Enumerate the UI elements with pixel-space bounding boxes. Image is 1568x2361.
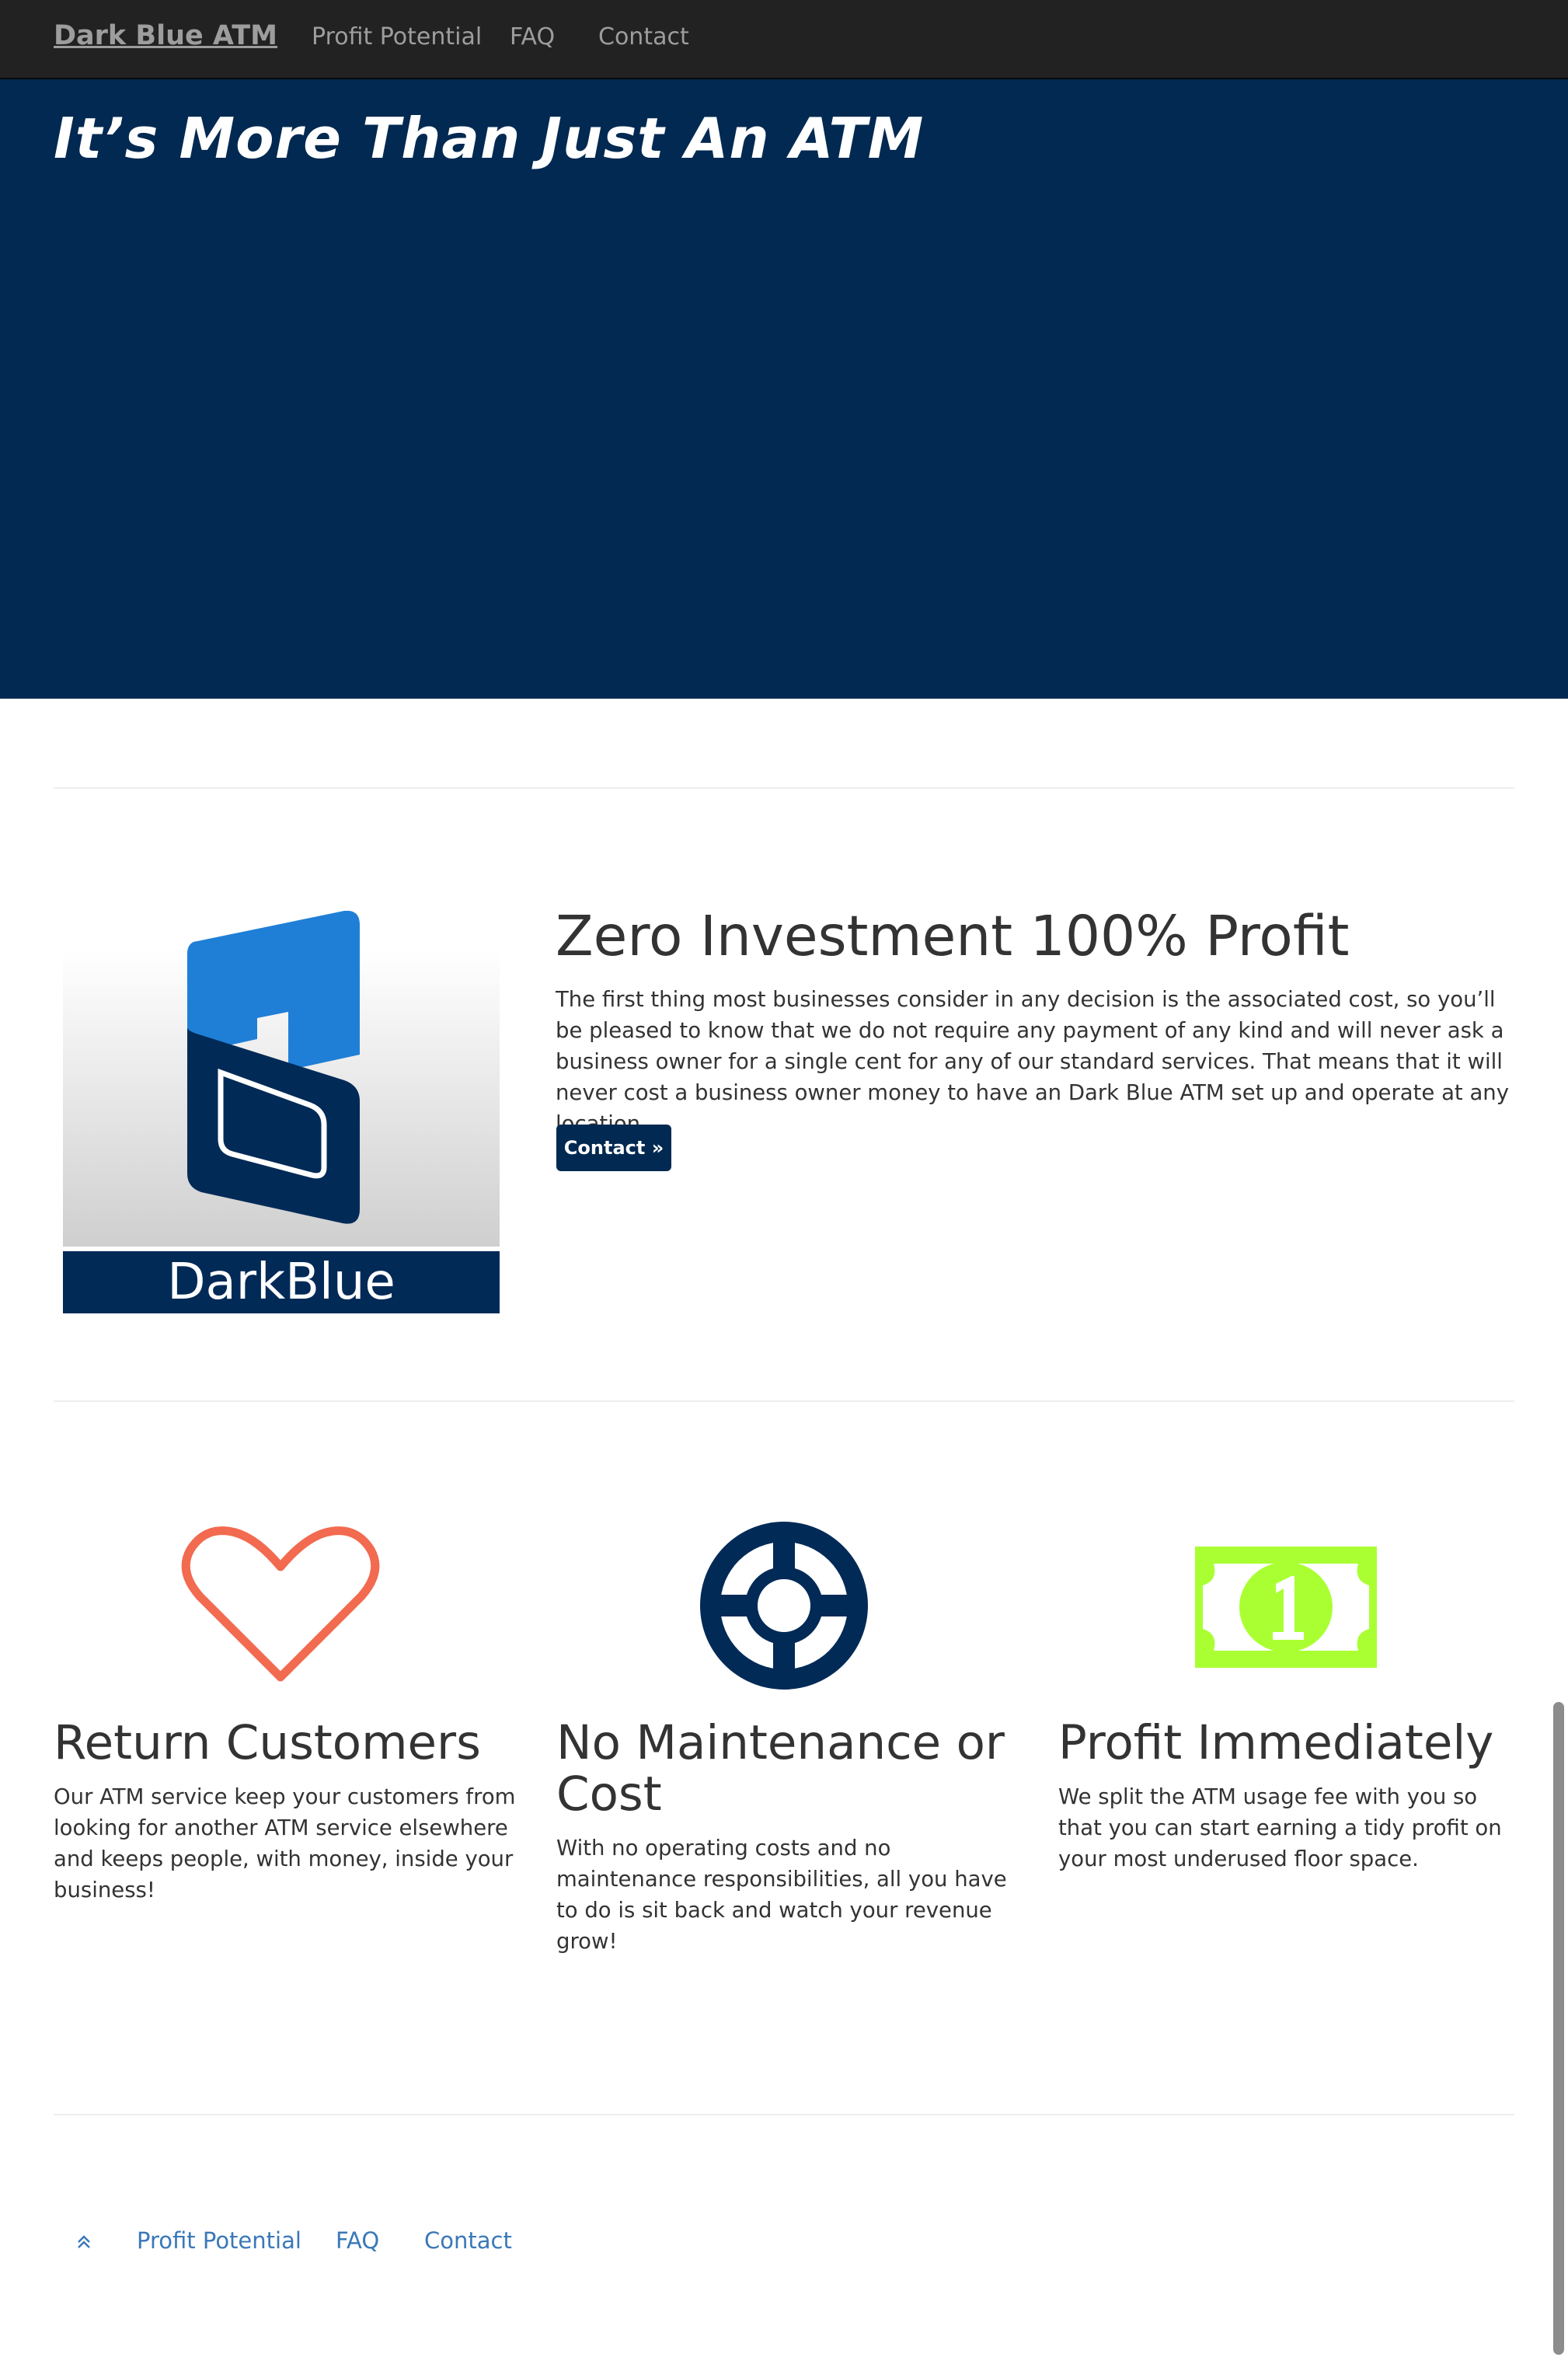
hero-title: It’s More Than Just An ATM [54, 106, 925, 171]
nav-link-contact[interactable]: Contact [598, 23, 689, 51]
divider [54, 2114, 1514, 2115]
column-text: Our ATM service keep your customers from… [54, 1784, 516, 1902]
logo-wordmark: DarkBlue [167, 1254, 395, 1311]
column-text: With no operating costs and no maintenan… [556, 1836, 1007, 1954]
footer-link-contact[interactable]: Contact [424, 2227, 512, 2254]
contact-button[interactable]: Contact » [556, 1125, 671, 1171]
money-bill-icon [1058, 1515, 1524, 1694]
column-title: Return Customers [54, 1715, 481, 1770]
divider [54, 787, 1514, 789]
column-text: We split the ATM usage fee with you so t… [1058, 1784, 1502, 1871]
back-to-top-icon[interactable] [75, 2233, 93, 2251]
feature-heading: Zero Investment 100% Profit [556, 904, 1350, 968]
footer-link-profit-potential[interactable]: Profit Potential [137, 2227, 301, 2254]
feature-text: The first thing most businesses consider… [556, 987, 1509, 1136]
divider [54, 1400, 1514, 1402]
heart-icon [54, 1515, 520, 1694]
top-navbar: Dark Blue ATM Profit Potential FAQ Conta… [0, 0, 1568, 79]
lifebuoy-icon [556, 1515, 1023, 1694]
column-title: Profit Immediately [1058, 1715, 1494, 1770]
brand-link[interactable]: Dark Blue ATM [54, 20, 277, 51]
nav-link-faq[interactable]: FAQ [510, 23, 555, 51]
hero-banner: It’s More Than Just An ATM [0, 79, 1568, 699]
nav-link-profit-potential[interactable]: Profit Potential [312, 23, 482, 51]
page-scrollbar[interactable] [1553, 1702, 1564, 2355]
footer-link-faq[interactable]: FAQ [336, 2227, 379, 2254]
darkblue-logo: DarkBlue [63, 910, 500, 1313]
column-title: No Maintenance or Cost [556, 1715, 1005, 1822]
